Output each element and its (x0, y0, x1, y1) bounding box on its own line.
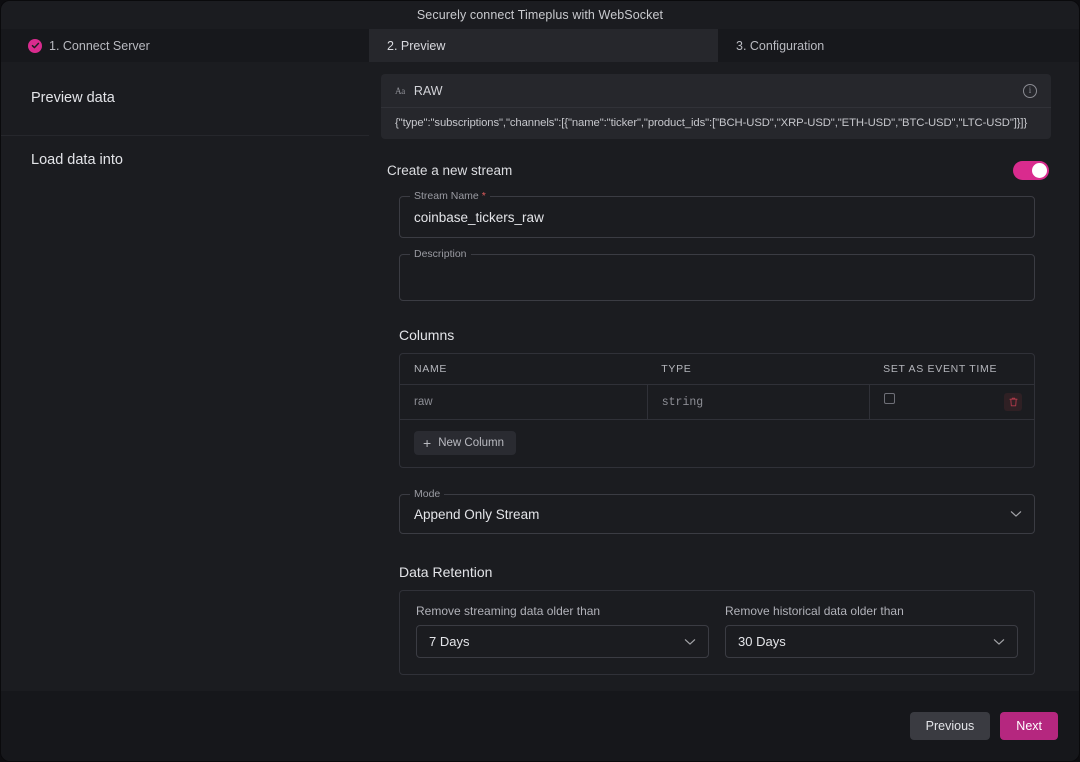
section-label-load-data-into: Load data into (1, 135, 369, 196)
table-row: raw string (400, 384, 1034, 420)
preview-data-header: Aa RAW i (381, 74, 1051, 108)
tab-connect-server[interactable]: 1. Connect Server (1, 29, 369, 62)
preview-format-label: RAW (413, 83, 443, 98)
columns-header-row: NAME TYPE SET AS EVENT TIME (400, 354, 1034, 385)
new-column-label: New Column (438, 437, 505, 449)
create-stream-header: Create a new stream (381, 161, 1051, 180)
check-circle-icon (28, 38, 42, 53)
toggle-knob (1032, 163, 1047, 178)
retention-historical-value: 30 Days (738, 634, 786, 649)
tab-connect-server-label: 1. Connect Server (49, 38, 150, 53)
mode-value: Append Only Stream (414, 506, 540, 522)
section-labels-column: Preview data Load data into (1, 62, 369, 691)
wizard-step-tabs: 1. Connect Server 2. Preview 3. Configur… (1, 29, 1079, 62)
columns-panel: NAME TYPE SET AS EVENT TIME raw string +… (399, 353, 1035, 468)
stream-name-input[interactable]: coinbase_tickers_raw (400, 197, 1034, 237)
section-content-column: Aa RAW i {"type":"subscriptions","channe… (369, 62, 1079, 691)
stream-form: Stream Name * coinbase_tickers_raw Descr… (381, 190, 1051, 675)
column-header-event-time: SET AS EVENT TIME (869, 354, 1034, 385)
description-input[interactable] (400, 255, 1034, 300)
mode-select[interactable]: Mode Append Only Stream (399, 488, 1035, 534)
preview-data-panel: Aa RAW i {"type":"subscriptions","channe… (381, 74, 1051, 139)
dialog-titlebar: Securely connect Timeplus with WebSocket (1, 1, 1079, 29)
dialog-footer: Previous Next (1, 691, 1079, 761)
chevron-down-icon (993, 633, 1005, 651)
tab-configuration-label: 3. Configuration (736, 38, 825, 53)
stream-name-field[interactable]: Stream Name * coinbase_tickers_raw (399, 190, 1035, 238)
column-cell-type[interactable]: string (647, 384, 870, 420)
plus-icon: + (423, 435, 432, 451)
retention-streaming-select[interactable]: 7 Days (416, 625, 709, 658)
preview-raw-line: {"type":"subscriptions","channels":[{"na… (395, 117, 1028, 129)
retention-historical-group: Remove historical data older than 30 Day… (725, 604, 1018, 658)
columns-title: Columns (399, 327, 455, 343)
column-header-name: NAME (400, 354, 648, 385)
info-icon[interactable]: i (1023, 83, 1037, 98)
wizard-dialog: Securely connect Timeplus with WebSocket… (0, 0, 1080, 762)
column-header-type: TYPE (647, 354, 870, 385)
tab-configuration[interactable]: 3. Configuration (718, 29, 1079, 62)
description-legend: Description (410, 248, 471, 260)
stream-name-legend-text: Stream Name (414, 190, 479, 202)
tab-preview[interactable]: 2. Preview (369, 29, 718, 62)
retention-streaming-label: Remove streaming data older than (416, 604, 601, 618)
data-retention-title: Data Retention (399, 564, 493, 580)
event-time-checkbox[interactable] (883, 393, 895, 404)
data-retention-panel: Remove streaming data older than 7 Days … (399, 590, 1035, 675)
dialog-title: Securely connect Timeplus with WebSocket (416, 8, 664, 22)
chevron-down-icon (1010, 505, 1022, 523)
retention-historical-label: Remove historical data older than (725, 604, 904, 618)
mode-legend: Mode (410, 488, 445, 500)
retention-historical-select[interactable]: 30 Days (725, 625, 1018, 658)
next-button[interactable]: Next (1000, 712, 1058, 740)
text-format-icon: Aa (395, 85, 405, 96)
chevron-down-icon (684, 633, 696, 651)
create-stream-label: Create a new stream (387, 163, 513, 178)
retention-streaming-value: 7 Days (429, 634, 470, 649)
trash-icon[interactable] (1004, 393, 1022, 411)
tab-preview-label: 2. Preview (387, 38, 446, 53)
required-marker: * (481, 190, 486, 202)
column-cell-name[interactable]: raw (400, 384, 648, 420)
new-column-row: + New Column (400, 420, 1034, 467)
description-field[interactable]: Description (399, 248, 1035, 301)
new-column-button[interactable]: + New Column (414, 431, 517, 455)
create-stream-toggle[interactable] (1013, 161, 1049, 180)
columns-table: NAME TYPE SET AS EVENT TIME raw string (400, 354, 1034, 420)
column-cell-event-time (869, 384, 1034, 420)
section-label-preview-data: Preview data (31, 90, 115, 106)
retention-streaming-group: Remove streaming data older than 7 Days (416, 604, 709, 658)
stream-name-legend: Stream Name * (410, 190, 490, 202)
dialog-body: Preview data Load data into Aa RAW i {"t… (1, 62, 1079, 691)
previous-button[interactable]: Previous (909, 712, 991, 740)
